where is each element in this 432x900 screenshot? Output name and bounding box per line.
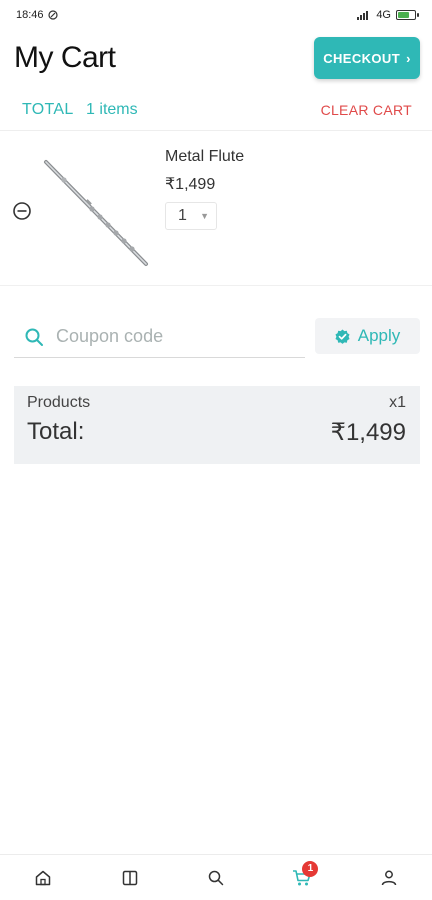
cart-summary: TOTAL 1 items CLEAR CART: [22, 98, 412, 122]
coupon-input[interactable]: [56, 326, 286, 347]
signal-icon: [357, 11, 369, 20]
checkout-button[interactable]: CHECKOUT ›: [314, 37, 420, 79]
nav-search[interactable]: [196, 858, 236, 898]
search-icon: [25, 328, 43, 346]
apply-coupon-button[interactable]: Apply: [315, 318, 420, 354]
divider: [0, 130, 432, 131]
chevron-down-icon: ▼: [200, 211, 209, 221]
total-summary: TOTAL 1 items: [22, 101, 138, 119]
apply-label: Apply: [357, 326, 401, 345]
products-label: Products: [27, 394, 91, 411]
nav-profile[interactable]: [369, 858, 409, 898]
status-left: 18:46: [16, 9, 58, 21]
quantity-value: 1: [178, 207, 187, 224]
clear-cart-button[interactable]: CLEAR CART: [321, 102, 412, 118]
quantity-select[interactable]: 1 ▼: [165, 202, 217, 230]
cart-badge: 1: [302, 860, 319, 877]
search-icon: [208, 870, 224, 885]
checkout-label: CHECKOUT: [323, 50, 401, 66]
page-title: My Cart: [14, 41, 116, 74]
totals-panel: Products x1 Total: ₹1,499: [14, 386, 420, 464]
items-count: 1 items: [86, 101, 138, 118]
chevron-right-icon: ›: [406, 50, 411, 66]
divider: [0, 285, 432, 286]
product-name[interactable]: Metal Flute: [165, 148, 244, 166]
notification-icon: [47, 10, 58, 20]
total-label: Total:: [27, 418, 85, 445]
verified-badge-icon: [335, 328, 350, 344]
product-price: ₹1,499: [165, 176, 216, 193]
coupon-field: [14, 316, 305, 358]
total-value: ₹1,499: [330, 419, 406, 446]
book-icon: [122, 870, 137, 885]
product-image[interactable]: [42, 152, 154, 272]
user-icon: [381, 870, 396, 885]
status-time: 18:46: [16, 9, 44, 21]
network-type: 4G: [376, 9, 391, 21]
home-icon: [35, 870, 51, 885]
header: My Cart CHECKOUT ›: [14, 36, 420, 80]
nav-catalog[interactable]: [110, 858, 150, 898]
nav-home[interactable]: [23, 858, 63, 898]
bottom-nav: 1: [0, 854, 432, 900]
status-bar: 18:46 4G: [0, 0, 432, 30]
products-row: Products x1: [27, 394, 406, 412]
battery-icon: [396, 10, 419, 20]
products-count: x1: [389, 394, 406, 411]
status-right: 4G: [357, 9, 419, 21]
total-label: TOTAL: [22, 101, 74, 118]
remove-item-icon[interactable]: [12, 201, 32, 221]
nav-cart[interactable]: 1: [282, 858, 322, 898]
cart-item: Metal Flute ₹1,499 1 ▼: [0, 140, 432, 280]
total-row: Total: ₹1,499: [27, 418, 406, 447]
